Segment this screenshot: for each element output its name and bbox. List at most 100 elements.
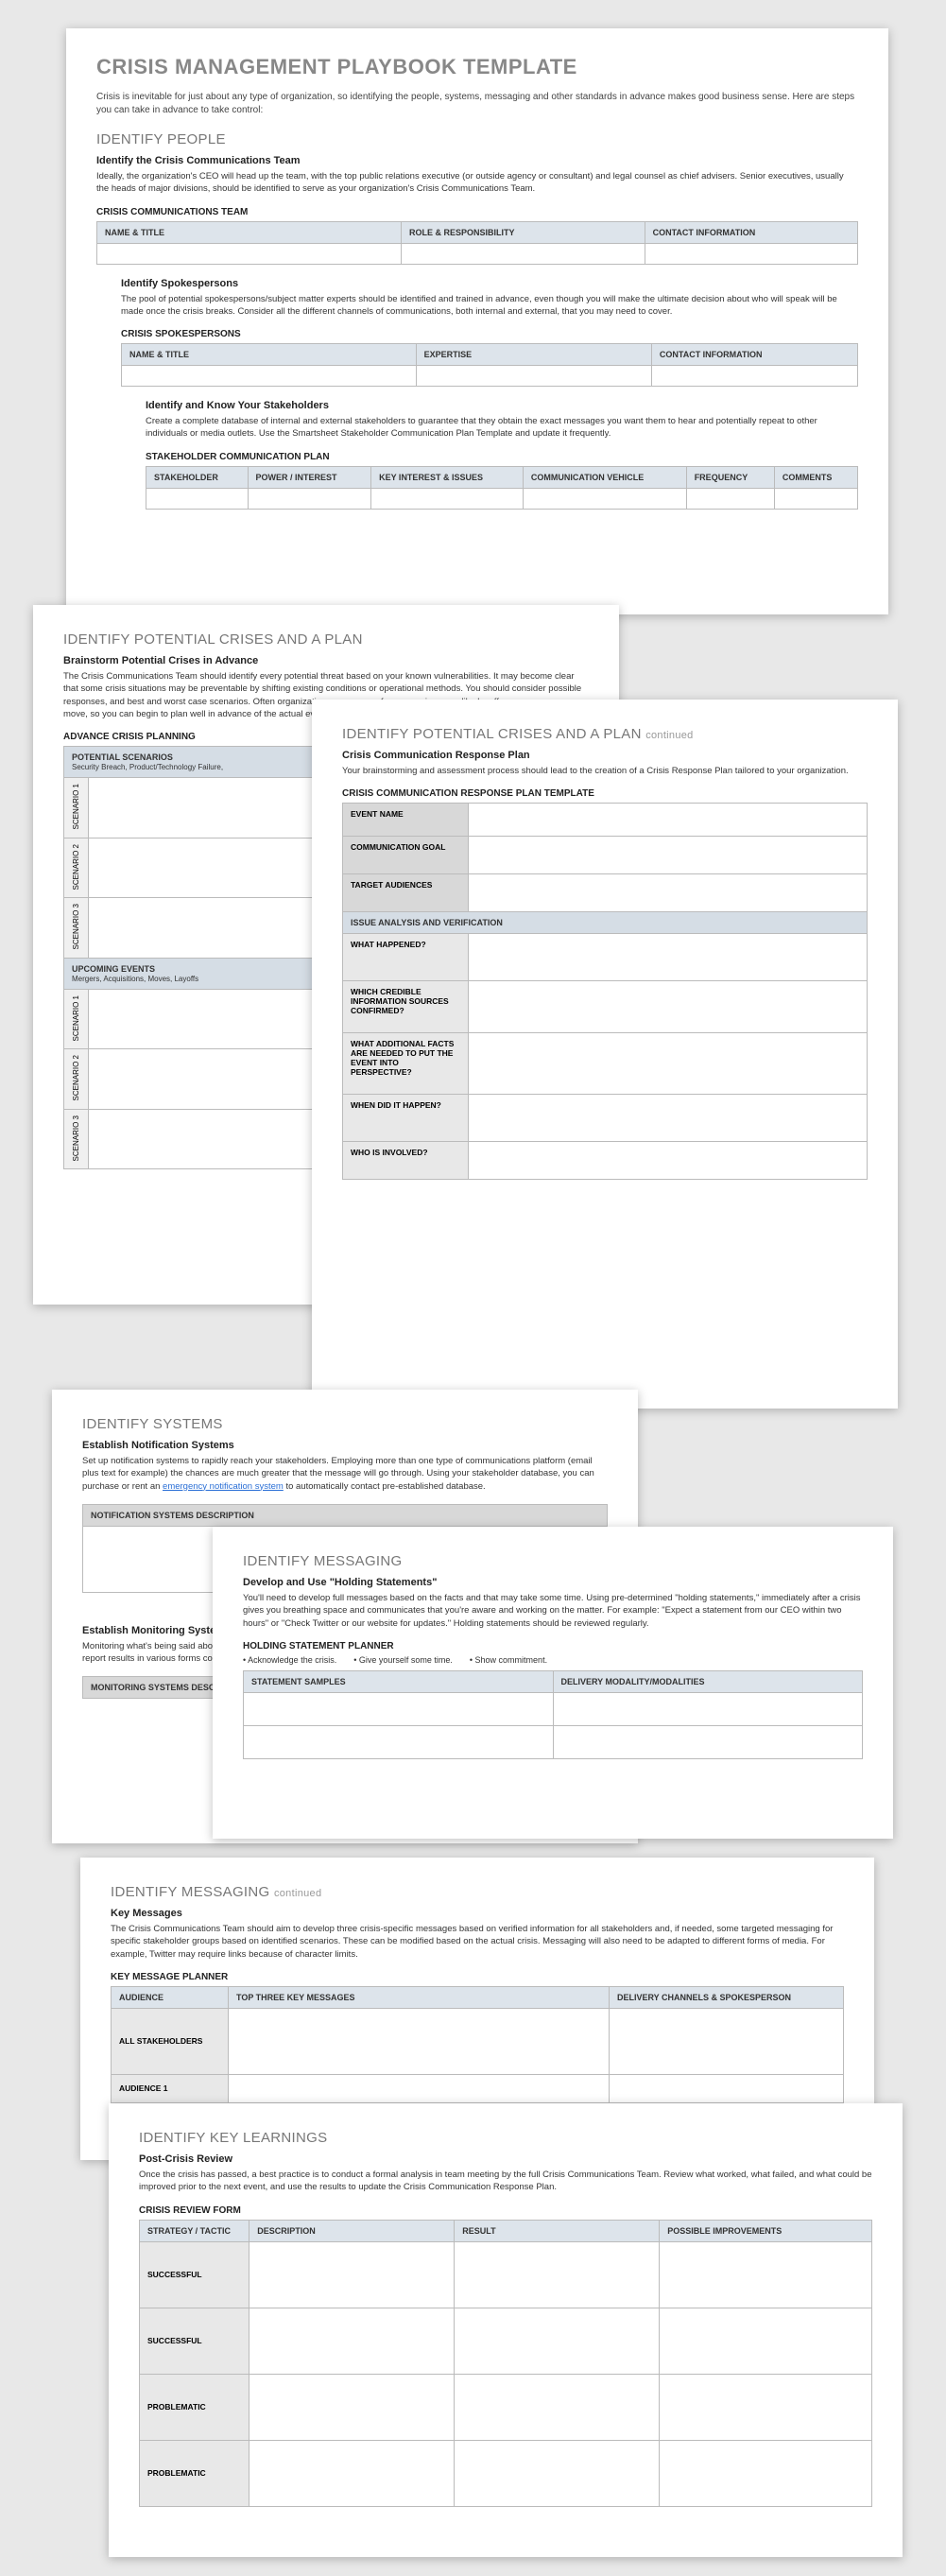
row-problematic: PROBLEMATIC	[140, 2374, 249, 2440]
cell-empty[interactable]	[97, 243, 402, 264]
scenario-1-label: SCENARIO 1	[64, 989, 89, 1048]
cell-empty[interactable]	[553, 1725, 863, 1758]
cell-empty[interactable]	[610, 2074, 844, 2102]
cell-empty[interactable]	[660, 2440, 872, 2506]
cell-empty[interactable]	[402, 243, 645, 264]
cell-empty[interactable]	[469, 1033, 868, 1095]
f-what-happened: WHAT HAPPENED?	[343, 934, 469, 981]
f-event-name: EVENT NAME	[343, 804, 469, 837]
f-who: WHO IS INVOLVED?	[343, 1142, 469, 1180]
f-when: WHEN DID IT HAPPEN?	[343, 1095, 469, 1142]
cell-empty[interactable]	[249, 2440, 455, 2506]
p-response-plan: Your brainstorming and assessment proces…	[342, 765, 868, 777]
cell-empty[interactable]	[229, 2008, 610, 2074]
cell-empty[interactable]	[248, 488, 371, 509]
cell-empty[interactable]	[371, 488, 524, 509]
cell-empty[interactable]	[249, 2374, 455, 2440]
cell-empty[interactable]	[455, 2241, 660, 2308]
table-holding: STATEMENT SAMPLES DELIVERY MODALITY/MODA…	[243, 1670, 863, 1759]
cell-empty[interactable]	[660, 2374, 872, 2440]
th-notification-desc: NOTIFICATION SYSTEMS DESCRIPTION	[83, 1504, 608, 1526]
cell-empty[interactable]	[455, 2440, 660, 2506]
cell-empty[interactable]	[686, 488, 774, 509]
sub-spokespersons: Identify Spokespersons	[121, 278, 858, 289]
cell-empty[interactable]	[469, 981, 868, 1033]
cell-empty[interactable]	[469, 837, 868, 874]
f-sources: WHICH CREDIBLE INFORMATION SOURCES CONFI…	[343, 981, 469, 1033]
cell-empty[interactable]	[469, 934, 868, 981]
sub-brainstorm: Brainstorm Potential Crises in Advance	[63, 655, 589, 666]
p-spokespersons: The pool of potential spokespersons/subj…	[121, 293, 858, 319]
th-interest: KEY INTEREST & ISSUES	[371, 466, 524, 488]
table-stakeholders: STAKEHOLDER POWER / INTEREST KEY INTERES…	[146, 466, 858, 510]
p-notification: Set up notification systems to rapidly r…	[82, 1455, 608, 1493]
cell-empty[interactable]	[523, 488, 686, 509]
cell-empty[interactable]	[249, 2308, 455, 2374]
section-potential-crises-cont: IDENTIFY POTENTIAL CRISES AND A PLAN con…	[342, 726, 868, 742]
sub-crisis-team: Identify the Crisis Communications Team	[96, 155, 858, 166]
cell-empty[interactable]	[416, 366, 651, 387]
p-crisis-team: Ideally, the organization's CEO will hea…	[96, 170, 858, 196]
scenario-3-label: SCENARIO 3	[64, 898, 89, 958]
th-expertise: EXPERTISE	[416, 344, 651, 366]
cell-empty[interactable]	[469, 1142, 868, 1180]
cell-empty[interactable]	[122, 366, 417, 387]
cell-empty[interactable]	[244, 1725, 554, 1758]
sub-key-messages: Key Messages	[111, 1908, 844, 1919]
th-frequency: FREQUENCY	[686, 466, 774, 488]
cell-empty[interactable]	[146, 488, 249, 509]
th-name: NAME & TITLE	[122, 344, 417, 366]
table-key-messages: AUDIENCE TOP THREE KEY MESSAGES DELIVERY…	[111, 1986, 844, 2103]
cell-empty[interactable]	[249, 2241, 455, 2308]
scenario-3-label: SCENARIO 3	[64, 1109, 89, 1168]
page-3: IDENTIFY POTENTIAL CRISES AND A PLAN con…	[312, 700, 898, 1409]
tbl-title-holding: HOLDING STATEMENT PLANNER	[243, 1641, 863, 1651]
link-notification-system[interactable]: emergency notification system	[163, 1481, 284, 1492]
th-result: RESULT	[455, 2220, 660, 2241]
th-samples: STATEMENT SAMPLES	[244, 1670, 554, 1692]
cell-empty[interactable]	[774, 488, 857, 509]
holding-bullets: • Acknowledge the crisis.• Give yourself…	[243, 1655, 863, 1665]
sub-post-crisis: Post-Crisis Review	[139, 2153, 872, 2165]
cell-empty[interactable]	[469, 804, 868, 837]
cell-empty[interactable]	[651, 366, 857, 387]
tbl-title-keymsg: KEY MESSAGE PLANNER	[111, 1972, 844, 1982]
th-stakeholder: STAKEHOLDER	[146, 466, 249, 488]
f-issue-analysis: ISSUE ANALYSIS AND VERIFICATION	[343, 912, 868, 934]
cell-empty[interactable]	[469, 1095, 868, 1142]
cell-empty[interactable]	[455, 2308, 660, 2374]
table-crisis-team: NAME & TITLE ROLE & RESPONSIBILITY CONTA…	[96, 221, 858, 265]
section-messaging-cont: IDENTIFY MESSAGING continued	[111, 1884, 844, 1900]
cell-empty[interactable]	[469, 874, 868, 912]
p-holding: You'll need to develop full messages bas…	[243, 1592, 863, 1630]
p-key-messages: The Crisis Communications Team should ai…	[111, 1923, 844, 1961]
cell-empty[interactable]	[645, 243, 857, 264]
doc-title: CRISIS MANAGEMENT PLAYBOOK TEMPLATE	[96, 55, 858, 79]
cell-empty[interactable]	[244, 1692, 554, 1725]
sub-holding: Develop and Use "Holding Statements"	[243, 1577, 863, 1588]
section-identify-systems: IDENTIFY SYSTEMS	[82, 1416, 608, 1432]
th-name: NAME & TITLE	[97, 221, 402, 243]
cell-empty[interactable]	[455, 2374, 660, 2440]
sub-stakeholders: Identify and Know Your Stakeholders	[146, 400, 858, 411]
cell-empty[interactable]	[229, 2074, 610, 2102]
scenario-2-label: SCENARIO 2	[64, 838, 89, 897]
cell-empty[interactable]	[660, 2308, 872, 2374]
th-strategy: STRATEGY / TACTIC	[140, 2220, 249, 2241]
row-all-stakeholders: ALL STAKEHOLDERS	[112, 2008, 229, 2074]
th-channels: DELIVERY CHANNELS & SPOKESPERSON	[610, 1986, 844, 2008]
table-crisis-review: STRATEGY / TACTIC DESCRIPTION RESULT POS…	[139, 2220, 872, 2507]
section-identify-people: IDENTIFY PEOPLE	[96, 131, 858, 147]
cell-empty[interactable]	[660, 2241, 872, 2308]
th-messages: TOP THREE KEY MESSAGES	[229, 1986, 610, 2008]
cell-empty[interactable]	[610, 2008, 844, 2074]
row-successful: SUCCESSFUL	[140, 2241, 249, 2308]
table-response-plan: EVENT NAME COMMUNICATION GOAL TARGET AUD…	[342, 803, 868, 1180]
row-problematic: PROBLEMATIC	[140, 2440, 249, 2506]
th-improvements: POSSIBLE IMPROVEMENTS	[660, 2220, 872, 2241]
th-power: POWER / INTEREST	[248, 466, 371, 488]
section-key-learnings: IDENTIFY KEY LEARNINGS	[139, 2130, 872, 2146]
th-contact: CONTACT INFORMATION	[645, 221, 857, 243]
cell-empty[interactable]	[553, 1692, 863, 1725]
scenario-1-label: SCENARIO 1	[64, 778, 89, 838]
